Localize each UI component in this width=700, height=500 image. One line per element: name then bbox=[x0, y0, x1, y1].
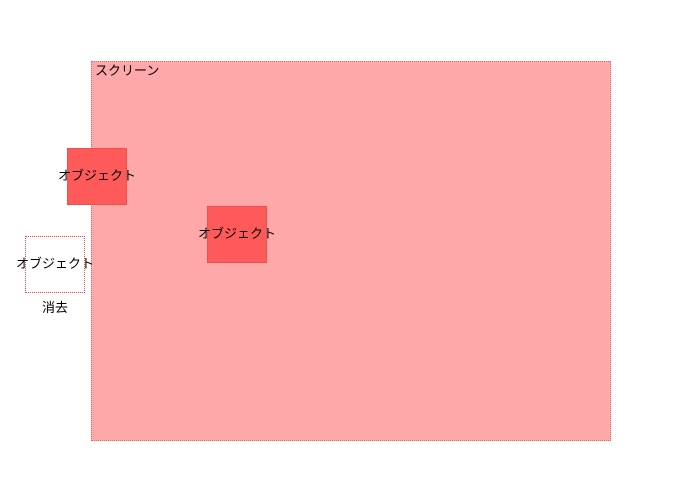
object-box-1: オブジェクト bbox=[58, 148, 136, 205]
erased-object-box: オブジェクト bbox=[16, 236, 94, 293]
erase-label: 消去 bbox=[42, 301, 69, 316]
object-label-2: オブジェクト bbox=[197, 226, 277, 242]
object-box-2: オブジェクト bbox=[198, 206, 276, 263]
screen-label: スクリーン bbox=[95, 64, 160, 79]
erased-object-label: オブジェクト bbox=[15, 256, 95, 272]
screen-area bbox=[91, 61, 611, 441]
object-label-1: オブジェクト bbox=[57, 168, 137, 184]
